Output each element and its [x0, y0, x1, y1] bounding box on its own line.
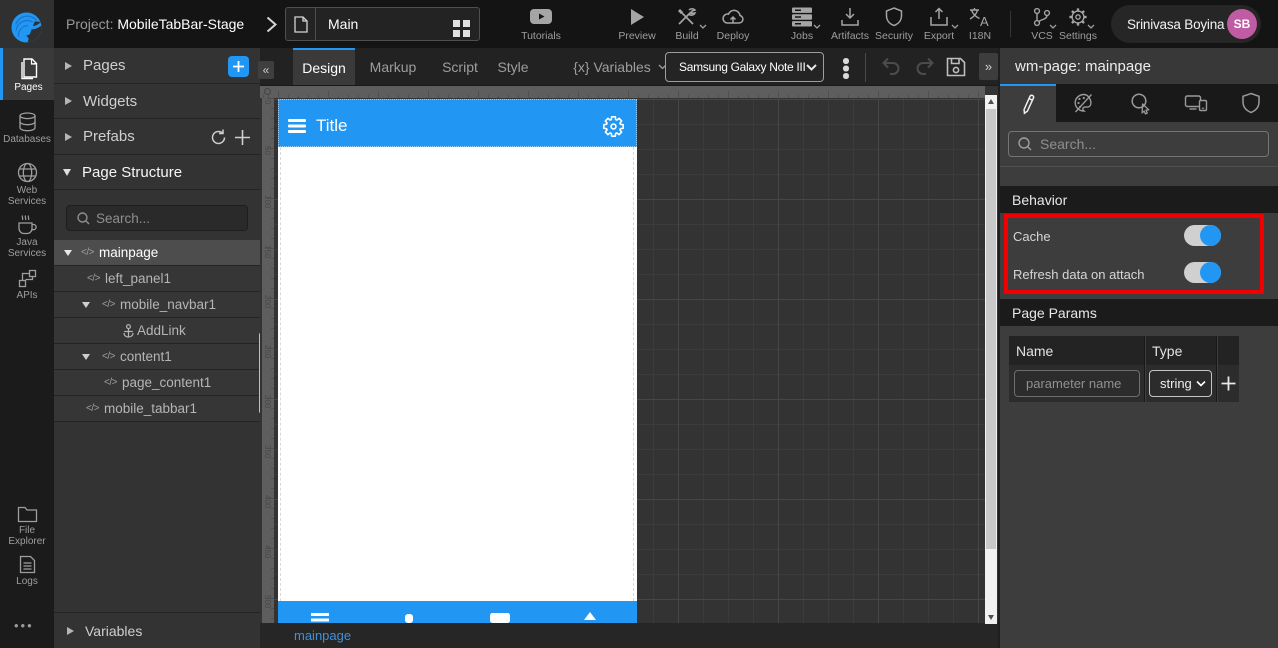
svg-text:A: A: [980, 14, 989, 27]
